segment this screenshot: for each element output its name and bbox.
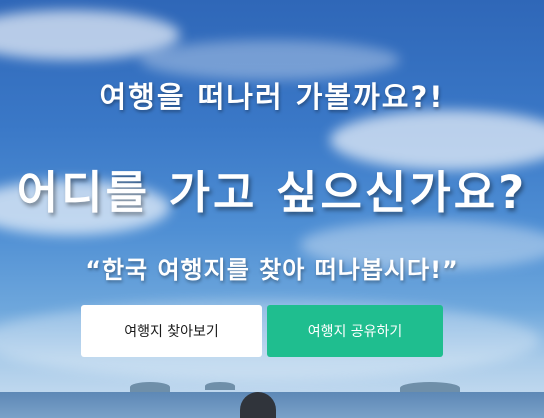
find-destination-button[interactable]: 여행지 찾아보기: [81, 305, 262, 357]
share-destination-button[interactable]: 여행지 공유하기: [267, 305, 443, 357]
hero-quote: “한국 여행지를 찾아 떠나봅시다!”: [85, 256, 459, 284]
distant-island: [130, 382, 170, 392]
distant-island: [205, 382, 235, 390]
hero-title: 어디를 가고 싶으신가요?: [16, 166, 528, 219]
hero-subtitle: 여행을 떠나러 가볼까요?!: [99, 80, 445, 114]
